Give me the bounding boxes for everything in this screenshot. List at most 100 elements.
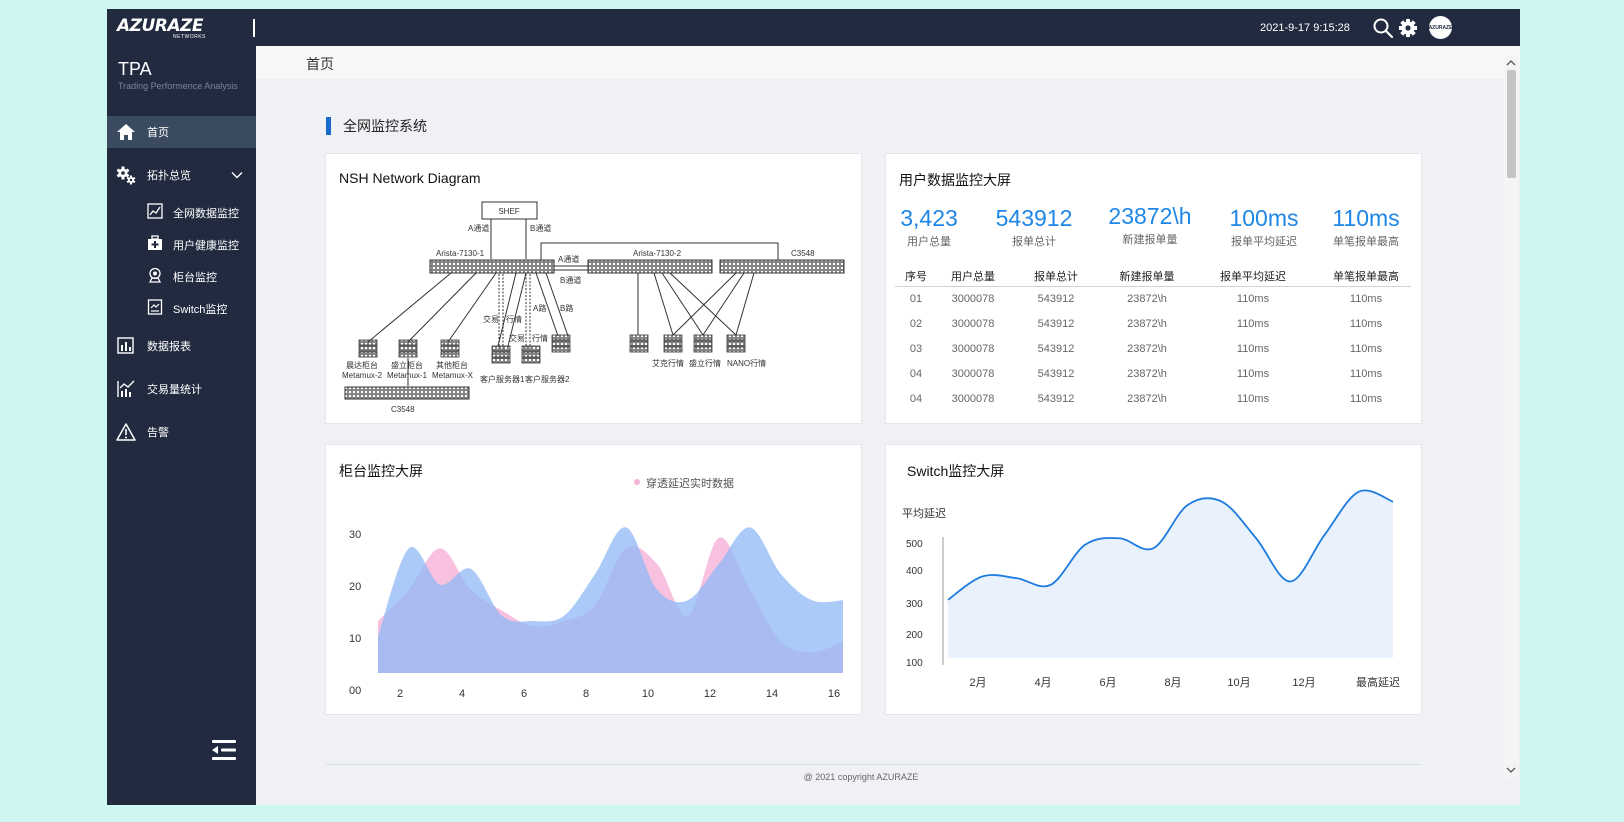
x-tick-label: 8 [583, 688, 589, 700]
x-tick-label: 4月 [1034, 677, 1051, 689]
medical-kit-icon [148, 235, 162, 250]
scroll-down-icon[interactable] [1506, 766, 1516, 774]
table-cell: 3000078 [951, 343, 995, 355]
table-cell: 543912 [1037, 368, 1075, 380]
diagram-label: Metamux-1 [387, 371, 428, 380]
sidebar-item-home[interactable]: 首页 [107, 116, 256, 148]
stat-value: 100ms [1229, 205, 1299, 231]
x-tick-label: 8月 [1164, 677, 1181, 689]
diagram-label: Metamux-2 [342, 371, 383, 380]
network-diagram-card: NSH Network Diagram SHEF A通道 B通道 Arista-… [325, 153, 862, 424]
stat-total-users: 3,423 用户总量 [873, 204, 985, 249]
table-cell: 543912 [1037, 318, 1075, 330]
table-cell: 110ms [1349, 318, 1383, 330]
table-cell: 23872\h [1127, 318, 1167, 330]
sidebar-subitem-network-monitor[interactable]: 全网数据监控 [107, 198, 256, 224]
switch-arista-1 [429, 259, 555, 274]
table-cell: 110ms [1236, 368, 1270, 380]
table-cell: 110ms [1349, 368, 1383, 380]
x-tick-label: 14 [766, 688, 778, 700]
table-header-cell: 单笔报单最高 [1333, 271, 1399, 283]
sidebar-item-label: 数据报表 [147, 341, 191, 353]
table-cell: 543912 [1037, 393, 1075, 405]
table-row[interactable]: 03 3000078 543912 23872\h 110ms 110ms [895, 337, 1411, 362]
scroll-up-icon[interactable] [1506, 59, 1516, 67]
chevron-down-icon[interactable] [231, 169, 243, 181]
diagram-label: 其他柜台 [436, 360, 468, 370]
y-tick-label: 500 [906, 539, 923, 550]
x-tick-label: 10 [642, 688, 654, 700]
table-row[interactable]: 02 3000078 543912 23872\h 110ms 110ms [895, 312, 1411, 337]
topbar-divider [253, 19, 255, 37]
diagram-label: B通道 [530, 223, 551, 233]
app-window: AZURAZE NETWORKS 2021-9-17 9:15:28 AZURA… [107, 9, 1520, 805]
diagram-label: 行情 [506, 314, 522, 324]
stat-value: 23872\h [1108, 203, 1192, 229]
search-icon[interactable] [1372, 17, 1394, 39]
main-content: 首页 全网监控系统 NSH Network Diagram SHEF A通道 B… [256, 46, 1520, 805]
x-tick-label: 最高延迟 [1356, 675, 1400, 689]
sidebar-subitem-label: 柜台监控 [173, 272, 217, 284]
stat-max-latency: 110ms 单笔报单最高 [1310, 204, 1422, 249]
x-tick-label: 12 [704, 688, 716, 700]
y-tick-label: 20 [349, 581, 361, 593]
x-tick-label: 4 [459, 688, 465, 700]
table-row[interactable]: 01 3000078 543912 23872\h 110ms 110ms [895, 287, 1411, 312]
sidebar-item-label: 交易量统计 [147, 384, 202, 396]
table-cell: 110ms [1236, 318, 1270, 330]
bar-chart-icon [117, 337, 134, 354]
y-axis-label: 平均延迟 [902, 507, 946, 520]
sidebar-subitem-counter-monitor[interactable]: 柜台监控 [107, 262, 256, 288]
home-icon [117, 124, 135, 140]
sidebar-subitem-label: Switch监控 [173, 304, 228, 316]
diagram-label: C3548 [791, 249, 815, 258]
table-cell: 3000078 [951, 368, 995, 380]
table-cell: 543912 [1037, 293, 1075, 305]
x-tick-label: 2 [397, 688, 403, 700]
app-title: TPA [118, 59, 152, 79]
table-header: 序号 用户总量 报单总计 新建报单量 报单平均延迟 单笔报单最高 [895, 262, 1411, 287]
datetime-display: 2021-9-17 9:15:28 [1260, 22, 1350, 34]
stat-label: 报单平均延迟 [1231, 236, 1297, 248]
sidebar-subitem-user-health[interactable]: 用户健康监控 [107, 230, 256, 256]
sidebar-subitem-switch-monitor[interactable]: Switch监控 [107, 294, 256, 320]
user-avatar[interactable]: AZURAZE [1429, 16, 1452, 39]
area-fill [948, 490, 1393, 658]
diagram-label: A路 [533, 303, 546, 313]
table-cell: 543912 [1037, 343, 1075, 355]
sidebar-item-label: 拓扑总览 [147, 170, 191, 182]
sidebar-item-alerts[interactable]: 告警 [107, 416, 256, 448]
x-tick-label: 6月 [1099, 677, 1116, 689]
diagram-label: 盛立行情 [689, 358, 721, 368]
sidebar-item-topology[interactable]: 拓扑总览 [107, 159, 256, 191]
sidebar-item-label: 首页 [147, 127, 169, 139]
table-row[interactable]: 04 3000078 543912 23872\h 110ms 110ms [895, 387, 1411, 412]
user-data-card: 用户数据监控大屏 3,423 用户总量 543912 报单总计 23872\h … [885, 153, 1422, 424]
scrollbar-thumb[interactable] [1507, 70, 1516, 178]
table-row[interactable]: 04 3000078 543912 23872\h 110ms 110ms [895, 362, 1411, 387]
diagram-label: 客户服务器1 [480, 374, 525, 384]
sidebar-subitem-label: 全网数据监控 [173, 208, 239, 220]
sidebar-item-data-report[interactable]: 数据报表 [107, 330, 256, 362]
sidebar-item-trade-stats[interactable]: 交易量统计 [107, 373, 256, 405]
stat-total-orders: 543912 报单总计 [978, 204, 1090, 249]
collapse-sidebar-icon[interactable] [211, 739, 237, 761]
breadcrumb: 首页 [306, 56, 334, 72]
y-tick-label: 100 [906, 658, 923, 669]
webcam-icon [148, 267, 162, 283]
table-header-cell: 新建报单量 [1119, 271, 1175, 283]
x-tick-label: 16 [828, 688, 840, 700]
x-tick-label: 12月 [1292, 677, 1315, 689]
section-title: 全网监控系统 [326, 117, 427, 135]
diagram-label: Arista-7130-1 [436, 249, 485, 258]
gear-icon[interactable] [1397, 17, 1419, 39]
diagram-label: C3548 [391, 405, 415, 414]
diagram-label: 盛立柜台 [391, 360, 423, 370]
diagram-label: A通道 [558, 254, 579, 264]
stat-new-orders: 23872\h 新建报单量 [1094, 202, 1206, 247]
sidebar: TPA Trading Performence Analysis 首页 拓扑总览… [107, 46, 256, 805]
diagram-label: B路 [560, 303, 573, 313]
diagram-label: Metamux-X [432, 371, 474, 380]
gears-icon [116, 166, 136, 185]
brand-logo[interactable]: AZURAZE [117, 16, 203, 36]
